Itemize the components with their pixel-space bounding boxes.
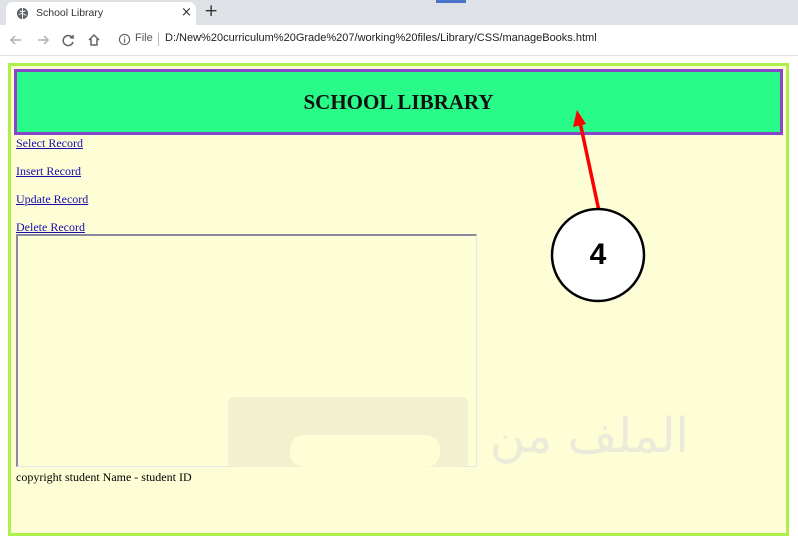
page-title: SCHOOL LIBRARY	[303, 89, 494, 114]
record-menu: Select Record Insert Record Update Recor…	[16, 136, 88, 248]
reload-icon[interactable]	[60, 32, 76, 48]
tab-close-icon[interactable]: ×	[181, 5, 192, 21]
home-icon[interactable]	[86, 32, 102, 48]
forward-arrow-icon[interactable]	[35, 32, 51, 48]
tab-bar: School Library × +	[0, 0, 798, 25]
browser-toolbar: File D:/New%20curriculum%20Grade%207/wor…	[0, 25, 798, 56]
select-record-link[interactable]: Select Record	[16, 136, 88, 164]
annotation-number: 4	[589, 238, 607, 271]
new-tab-icon[interactable]: +	[204, 1, 218, 21]
watermark-text: الملف من	[490, 408, 689, 464]
url-scheme-label: File	[135, 32, 153, 44]
back-arrow-icon[interactable]	[8, 32, 24, 48]
url-separator	[158, 33, 159, 46]
update-record-link[interactable]: Update Record	[16, 192, 88, 220]
info-icon[interactable]	[118, 33, 131, 46]
browser-tab[interactable]: School Library ×	[6, 2, 196, 25]
watermark-logo-inner	[290, 435, 440, 467]
footer-copyright: copyright student Name - student ID	[16, 470, 192, 484]
header-banner: SCHOOL LIBRARY	[14, 69, 783, 135]
tab-strip-indicator	[436, 0, 466, 3]
address-bar-input[interactable]: D:/New%20curriculum%20Grade%207/working%…	[165, 32, 597, 44]
globe-icon	[16, 7, 29, 20]
insert-record-link[interactable]: Insert Record	[16, 164, 88, 192]
tab-title: School Library	[36, 7, 104, 19]
